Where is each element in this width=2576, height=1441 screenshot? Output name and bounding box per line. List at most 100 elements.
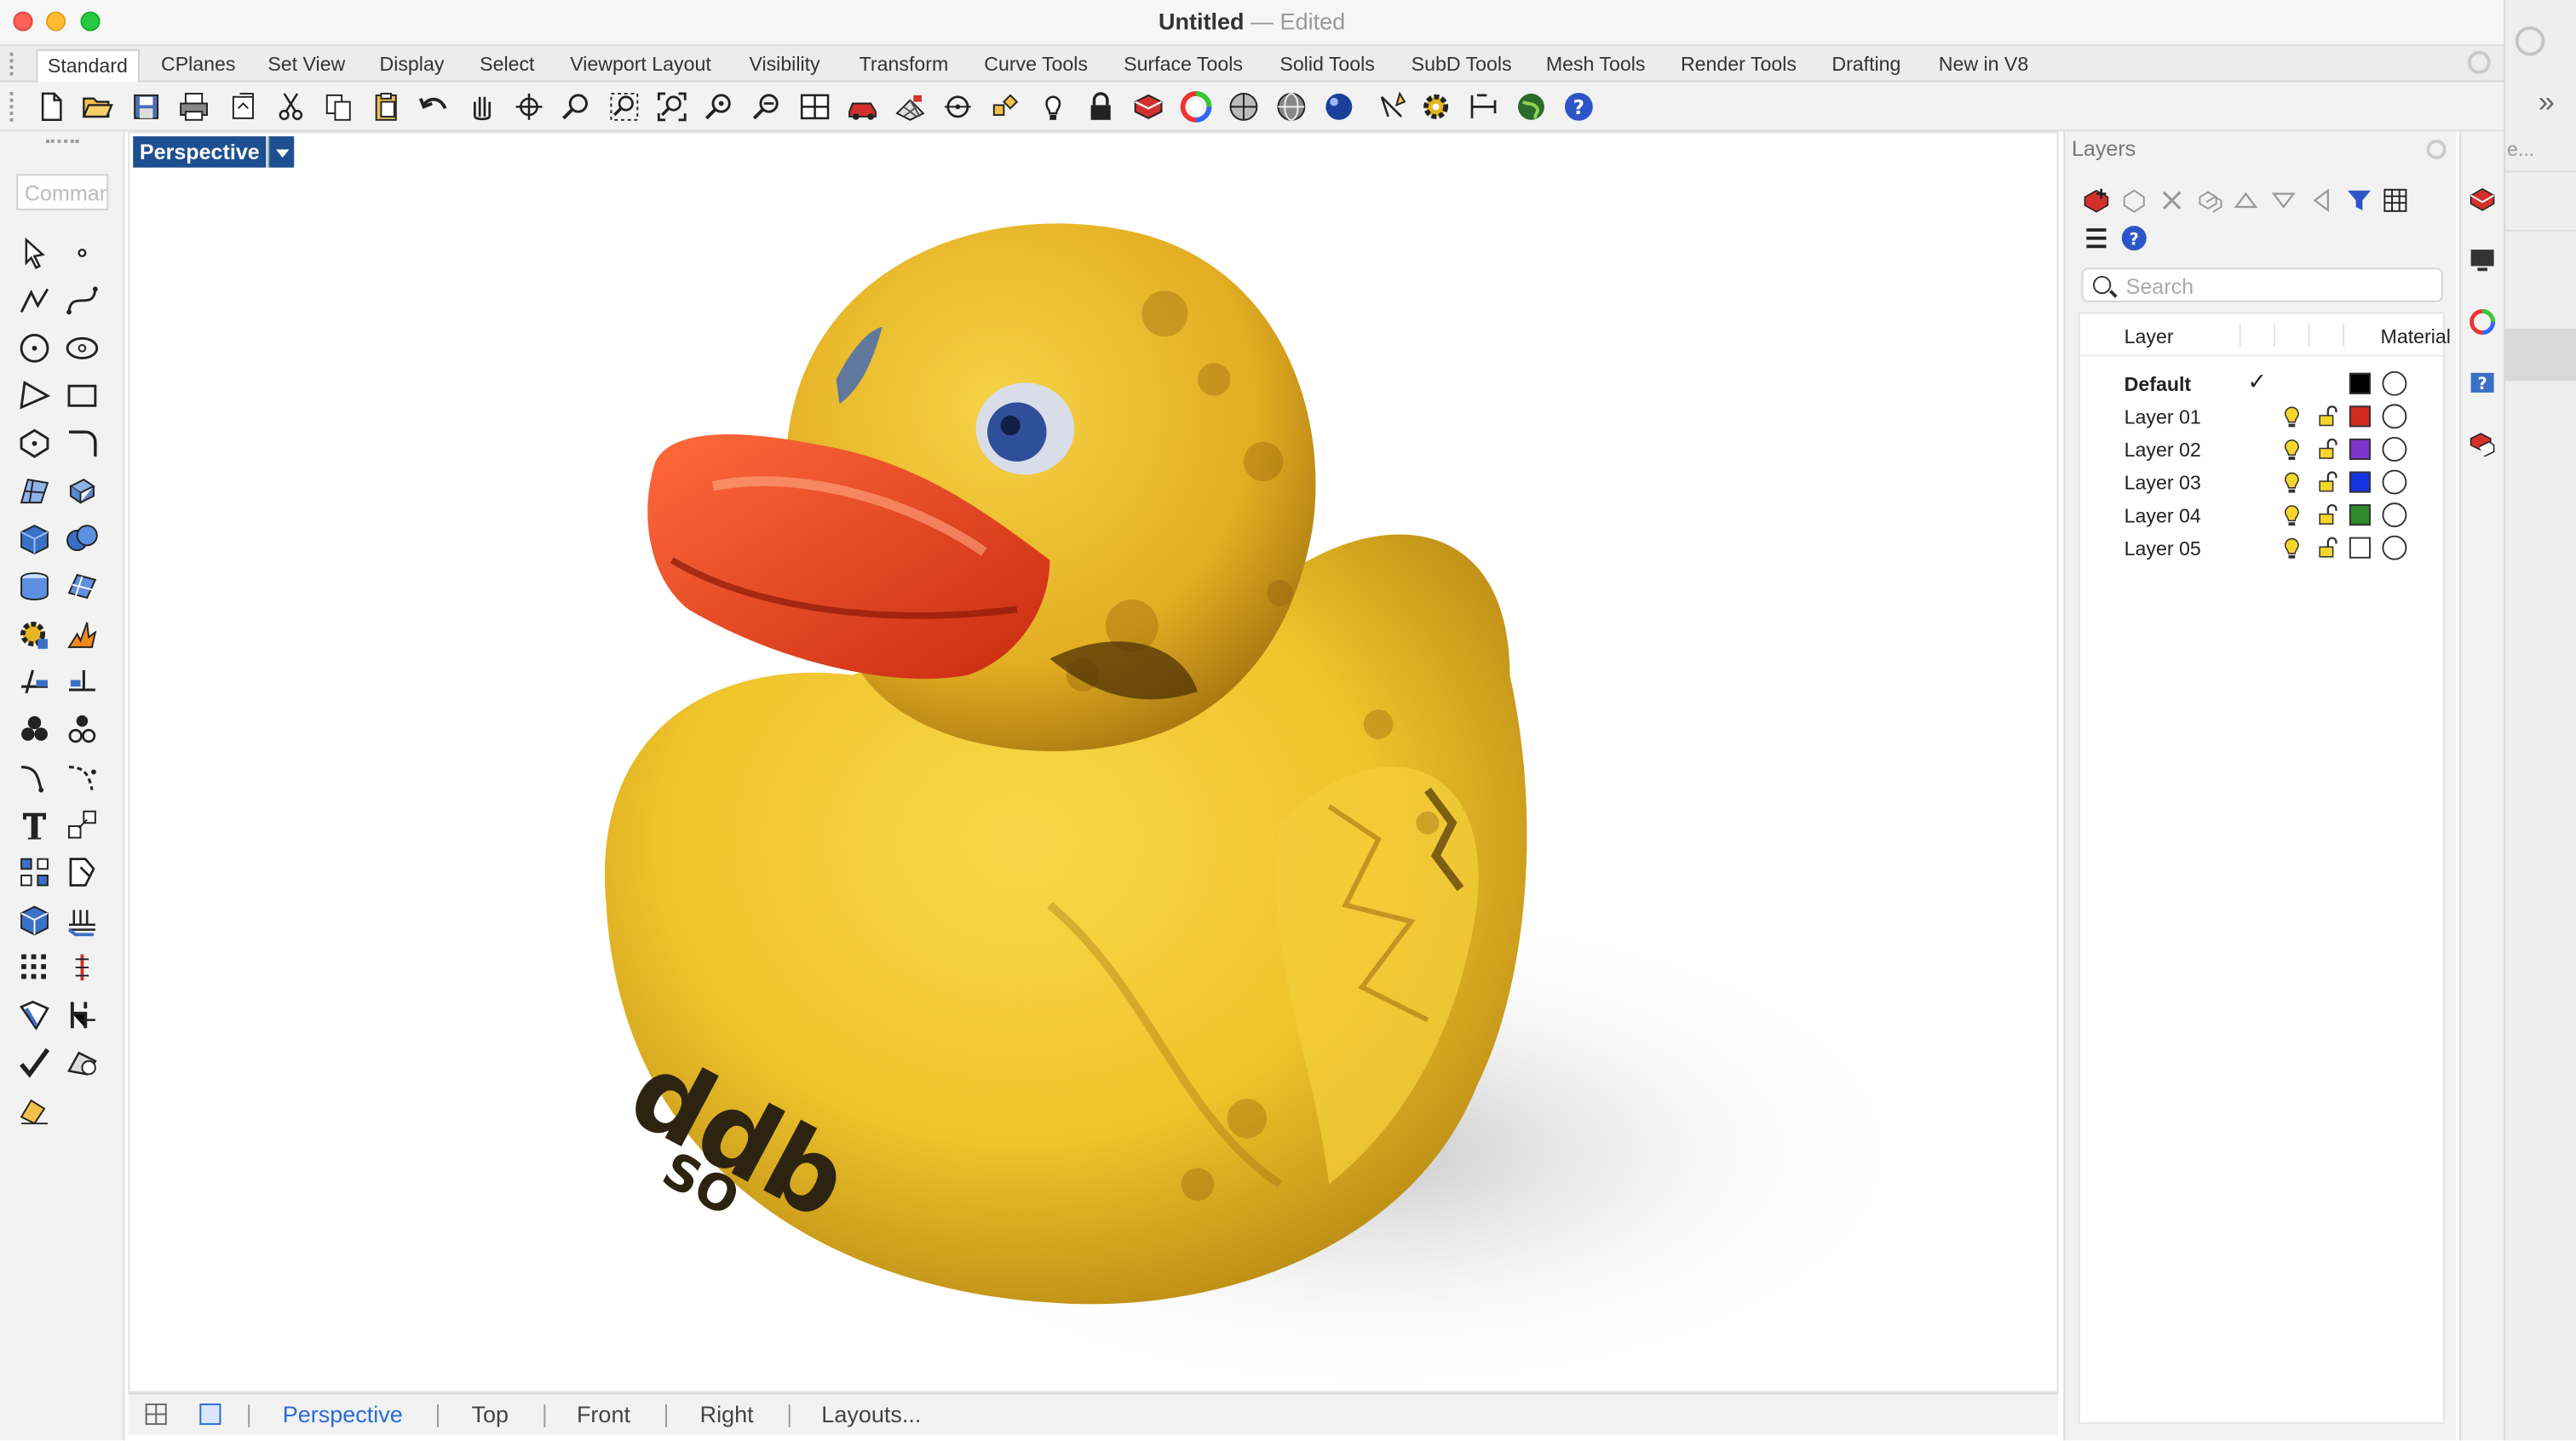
toolbar-grip-handle[interactable] <box>9 92 17 122</box>
select-arrow-icon[interactable] <box>14 233 54 273</box>
ellipse-icon[interactable] <box>62 329 101 368</box>
cylinder-icon[interactable] <box>14 566 54 606</box>
viewtab-top[interactable]: Top <box>472 1401 509 1427</box>
tab-viewport-layout[interactable]: Viewport Layout <box>570 53 711 76</box>
layer-icon[interactable] <box>1130 89 1166 124</box>
arc-icon[interactable] <box>14 376 54 416</box>
layer-color-swatch[interactable] <box>2349 405 2371 428</box>
curve-icon[interactable] <box>62 281 101 320</box>
layer-name[interactable]: Layer 03 <box>2125 472 2201 495</box>
group-icon[interactable] <box>14 709 54 749</box>
pan-hand-icon[interactable] <box>463 89 499 124</box>
command-input[interactable]: Command <box>16 174 109 210</box>
layer-color-swatch[interactable] <box>2349 372 2371 394</box>
copy-icon[interactable] <box>320 89 356 124</box>
lock-icon[interactable] <box>1083 89 1118 124</box>
project-curve-icon[interactable] <box>14 996 54 1035</box>
tab-curve-tools[interactable]: Curve Tools <box>984 53 1088 76</box>
light-icon[interactable] <box>1375 89 1411 124</box>
menu-lines-icon[interactable] <box>2082 223 2112 253</box>
bulb-icon[interactable] <box>2284 439 2300 462</box>
layer-name[interactable]: Default <box>2125 373 2191 396</box>
material-icon[interactable] <box>2382 502 2407 528</box>
viewport-menu-dropdown[interactable] <box>267 136 295 168</box>
display-tab-icon[interactable] <box>2468 244 2498 274</box>
color-wheel-icon[interactable] <box>1178 89 1214 124</box>
tab-subd-tools[interactable]: SubD Tools <box>1412 53 1512 76</box>
options-gear-icon[interactable] <box>1417 89 1453 124</box>
viewtab-layouts[interactable]: Layouts... <box>821 1401 921 1427</box>
gear-icon[interactable] <box>2515 26 2545 56</box>
select-points-icon[interactable] <box>987 89 1023 124</box>
paste-icon[interactable] <box>368 89 404 124</box>
surface-corner-icon[interactable] <box>14 472 54 511</box>
rendered-sphere-icon[interactable] <box>1321 89 1357 124</box>
save-icon[interactable] <box>128 89 164 124</box>
tab-mesh-tools[interactable]: Mesh Tools <box>1546 53 1646 76</box>
tab-surface-tools[interactable]: Surface Tools <box>1124 53 1243 76</box>
box-solid-icon[interactable] <box>14 519 54 558</box>
rectangle-icon[interactable] <box>62 376 101 416</box>
tab-set-view[interactable]: Set View <box>267 53 345 76</box>
render-gear-icon[interactable] <box>14 614 54 653</box>
cut-icon[interactable] <box>273 89 308 124</box>
layer-color-swatch[interactable] <box>2349 438 2371 461</box>
circle-icon[interactable] <box>14 329 54 368</box>
point-icon[interactable] <box>62 233 101 273</box>
delete-layer-icon[interactable] <box>2157 186 2187 215</box>
material-icon[interactable] <box>2382 535 2407 560</box>
help-icon[interactable]: ? <box>1561 89 1596 124</box>
viewtab-front[interactable]: Front <box>577 1401 630 1427</box>
new-layer-icon[interactable] <box>2082 186 2112 215</box>
dimensions-icon[interactable] <box>1465 89 1501 124</box>
layer-states-tab-icon[interactable] <box>2468 428 2498 458</box>
osnap-icon[interactable] <box>940 89 975 124</box>
unlock-icon[interactable] <box>2318 405 2337 427</box>
revolve-icon[interactable] <box>62 1043 101 1082</box>
pipe-icon[interactable] <box>62 996 101 1035</box>
explode-icon[interactable] <box>62 614 101 653</box>
viewtab-perspective[interactable]: Perspective <box>283 1401 403 1427</box>
split-icon[interactable] <box>14 662 54 701</box>
material-icon[interactable] <box>2382 469 2407 495</box>
edit-surface-icon[interactable] <box>62 853 101 892</box>
material-icon[interactable] <box>2382 404 2407 429</box>
background-selected-row[interactable] <box>2505 328 2576 382</box>
tab-display[interactable]: Display <box>380 53 445 76</box>
help-icon[interactable]: ? <box>2119 223 2149 253</box>
globe-icon[interactable] <box>1513 89 1549 124</box>
rubber-duck-model[interactable]: ddb SO <box>129 133 2058 1392</box>
current-layer-check-icon[interactable]: ✓ <box>2247 368 2267 396</box>
tab-standard[interactable]: Standard <box>36 49 140 84</box>
new-file-icon[interactable] <box>33 89 69 124</box>
materials-tab-icon[interactable] <box>2468 307 2498 337</box>
fillet-edge-icon[interactable] <box>14 757 54 796</box>
boolean-union-icon[interactable] <box>62 519 101 558</box>
car-named-view-icon[interactable] <box>844 89 880 124</box>
tab-drafting[interactable]: Drafting <box>1831 53 1900 76</box>
document-name[interactable]: Untitled <box>1159 9 1244 35</box>
tab-transform[interactable]: Transform <box>860 53 949 76</box>
check-icon[interactable] <box>14 1043 54 1082</box>
move-down-icon[interactable] <box>2268 186 2298 215</box>
layer-name[interactable]: Layer 04 <box>2125 504 2201 527</box>
zoom-window-icon[interactable] <box>607 89 642 124</box>
tab-select[interactable]: Select <box>480 53 534 76</box>
material-icon[interactable] <box>2382 437 2407 462</box>
tab-new-in-v8[interactable]: New in V8 <box>1939 53 2029 76</box>
zoom-selected-icon[interactable] <box>702 89 738 124</box>
print-icon[interactable] <box>175 89 211 124</box>
move-out-icon[interactable] <box>2307 186 2337 215</box>
unlock-icon[interactable] <box>2318 438 2337 460</box>
array-icon[interactable] <box>14 853 54 892</box>
bulb-icon[interactable] <box>2284 504 2300 527</box>
tab-render-tools[interactable]: Render Tools <box>1681 53 1797 76</box>
bulb-icon[interactable] <box>2284 405 2300 428</box>
perspective-viewport[interactable]: ddb SO Perspective <box>128 131 2059 1393</box>
move-up-icon[interactable] <box>2231 186 2261 215</box>
tab-solid-tools[interactable]: Solid Tools <box>1279 53 1375 76</box>
unlock-icon[interactable] <box>2318 537 2337 559</box>
mesh-plane-icon[interactable] <box>62 566 101 606</box>
panel-gear-icon[interactable] <box>2426 139 2447 160</box>
bulb-icon[interactable] <box>2284 472 2300 495</box>
